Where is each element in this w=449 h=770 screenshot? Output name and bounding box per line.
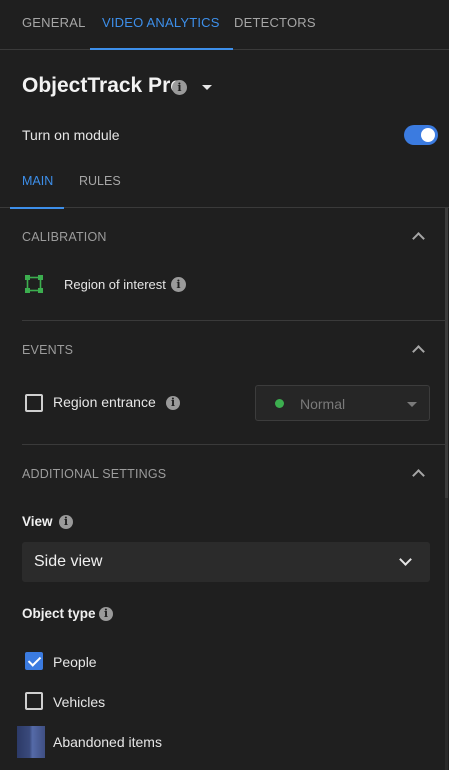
vehicles-label: Vehicles	[53, 694, 106, 710]
region-entrance-label: Region entrance	[53, 394, 156, 410]
people-label: People	[53, 654, 97, 670]
sub-tab-bar: MAIN RULES	[0, 160, 449, 209]
info-icon[interactable]: i	[171, 277, 186, 292]
view-select-value: Side view	[34, 553, 103, 570]
calibration-header: CALIBRATION	[22, 230, 107, 244]
status-dot	[275, 399, 284, 408]
view-select[interactable]: Side view	[22, 542, 430, 582]
module-toggle-label: Turn on module	[22, 127, 120, 143]
tab-rules[interactable]: RULES	[79, 160, 121, 208]
object-type-label: Object type	[22, 606, 96, 621]
collapse-calibration-icon[interactable]	[412, 232, 425, 245]
additional-settings-header: ADDITIONAL SETTINGS	[22, 467, 167, 481]
top-tab-bar: GENERAL VIDEO ANALYTICS DETECTORS	[0, 0, 449, 50]
divider	[22, 444, 447, 445]
event-state-value: Normal	[300, 396, 346, 412]
region-entrance-checkbox[interactable]	[25, 394, 43, 412]
chevron-down-icon	[407, 402, 417, 407]
module-toggle[interactable]	[404, 125, 438, 145]
info-icon[interactable]: i	[59, 515, 73, 529]
abandoned-items-label: Abandoned items	[53, 734, 162, 750]
tab-main[interactable]: MAIN	[9, 160, 65, 209]
info-icon[interactable]: i	[172, 80, 187, 95]
module-title: ObjectTrack Pro	[22, 74, 184, 97]
region-of-interest-label[interactable]: Region of interest	[64, 277, 166, 292]
scrollbar[interactable]	[445, 208, 448, 770]
collapse-additional-icon[interactable]	[412, 469, 425, 482]
tab-video-analytics[interactable]: VIDEO ANALYTICS	[90, 0, 233, 50]
tab-general[interactable]: GENERAL	[22, 0, 86, 50]
chevron-down-icon	[399, 553, 412, 566]
toggle-knob	[421, 128, 435, 142]
divider	[22, 320, 447, 321]
vehicles-checkbox[interactable]	[25, 692, 43, 710]
scrollbar-thumb[interactable]	[445, 208, 448, 498]
info-icon[interactable]: i	[99, 607, 113, 621]
events-header: EVENTS	[22, 343, 74, 357]
view-label: View	[22, 514, 53, 529]
tab-detectors[interactable]: DETECTORS	[234, 0, 316, 50]
module-dropdown-icon[interactable]	[202, 85, 212, 90]
event-state-select[interactable]: Normal	[255, 385, 430, 421]
info-icon[interactable]: i	[166, 396, 180, 410]
abandoned-items-checkbox[interactable]	[17, 726, 45, 758]
region-of-interest-icon	[25, 275, 43, 293]
collapse-events-icon[interactable]	[412, 345, 425, 358]
people-checkbox[interactable]	[25, 652, 43, 670]
